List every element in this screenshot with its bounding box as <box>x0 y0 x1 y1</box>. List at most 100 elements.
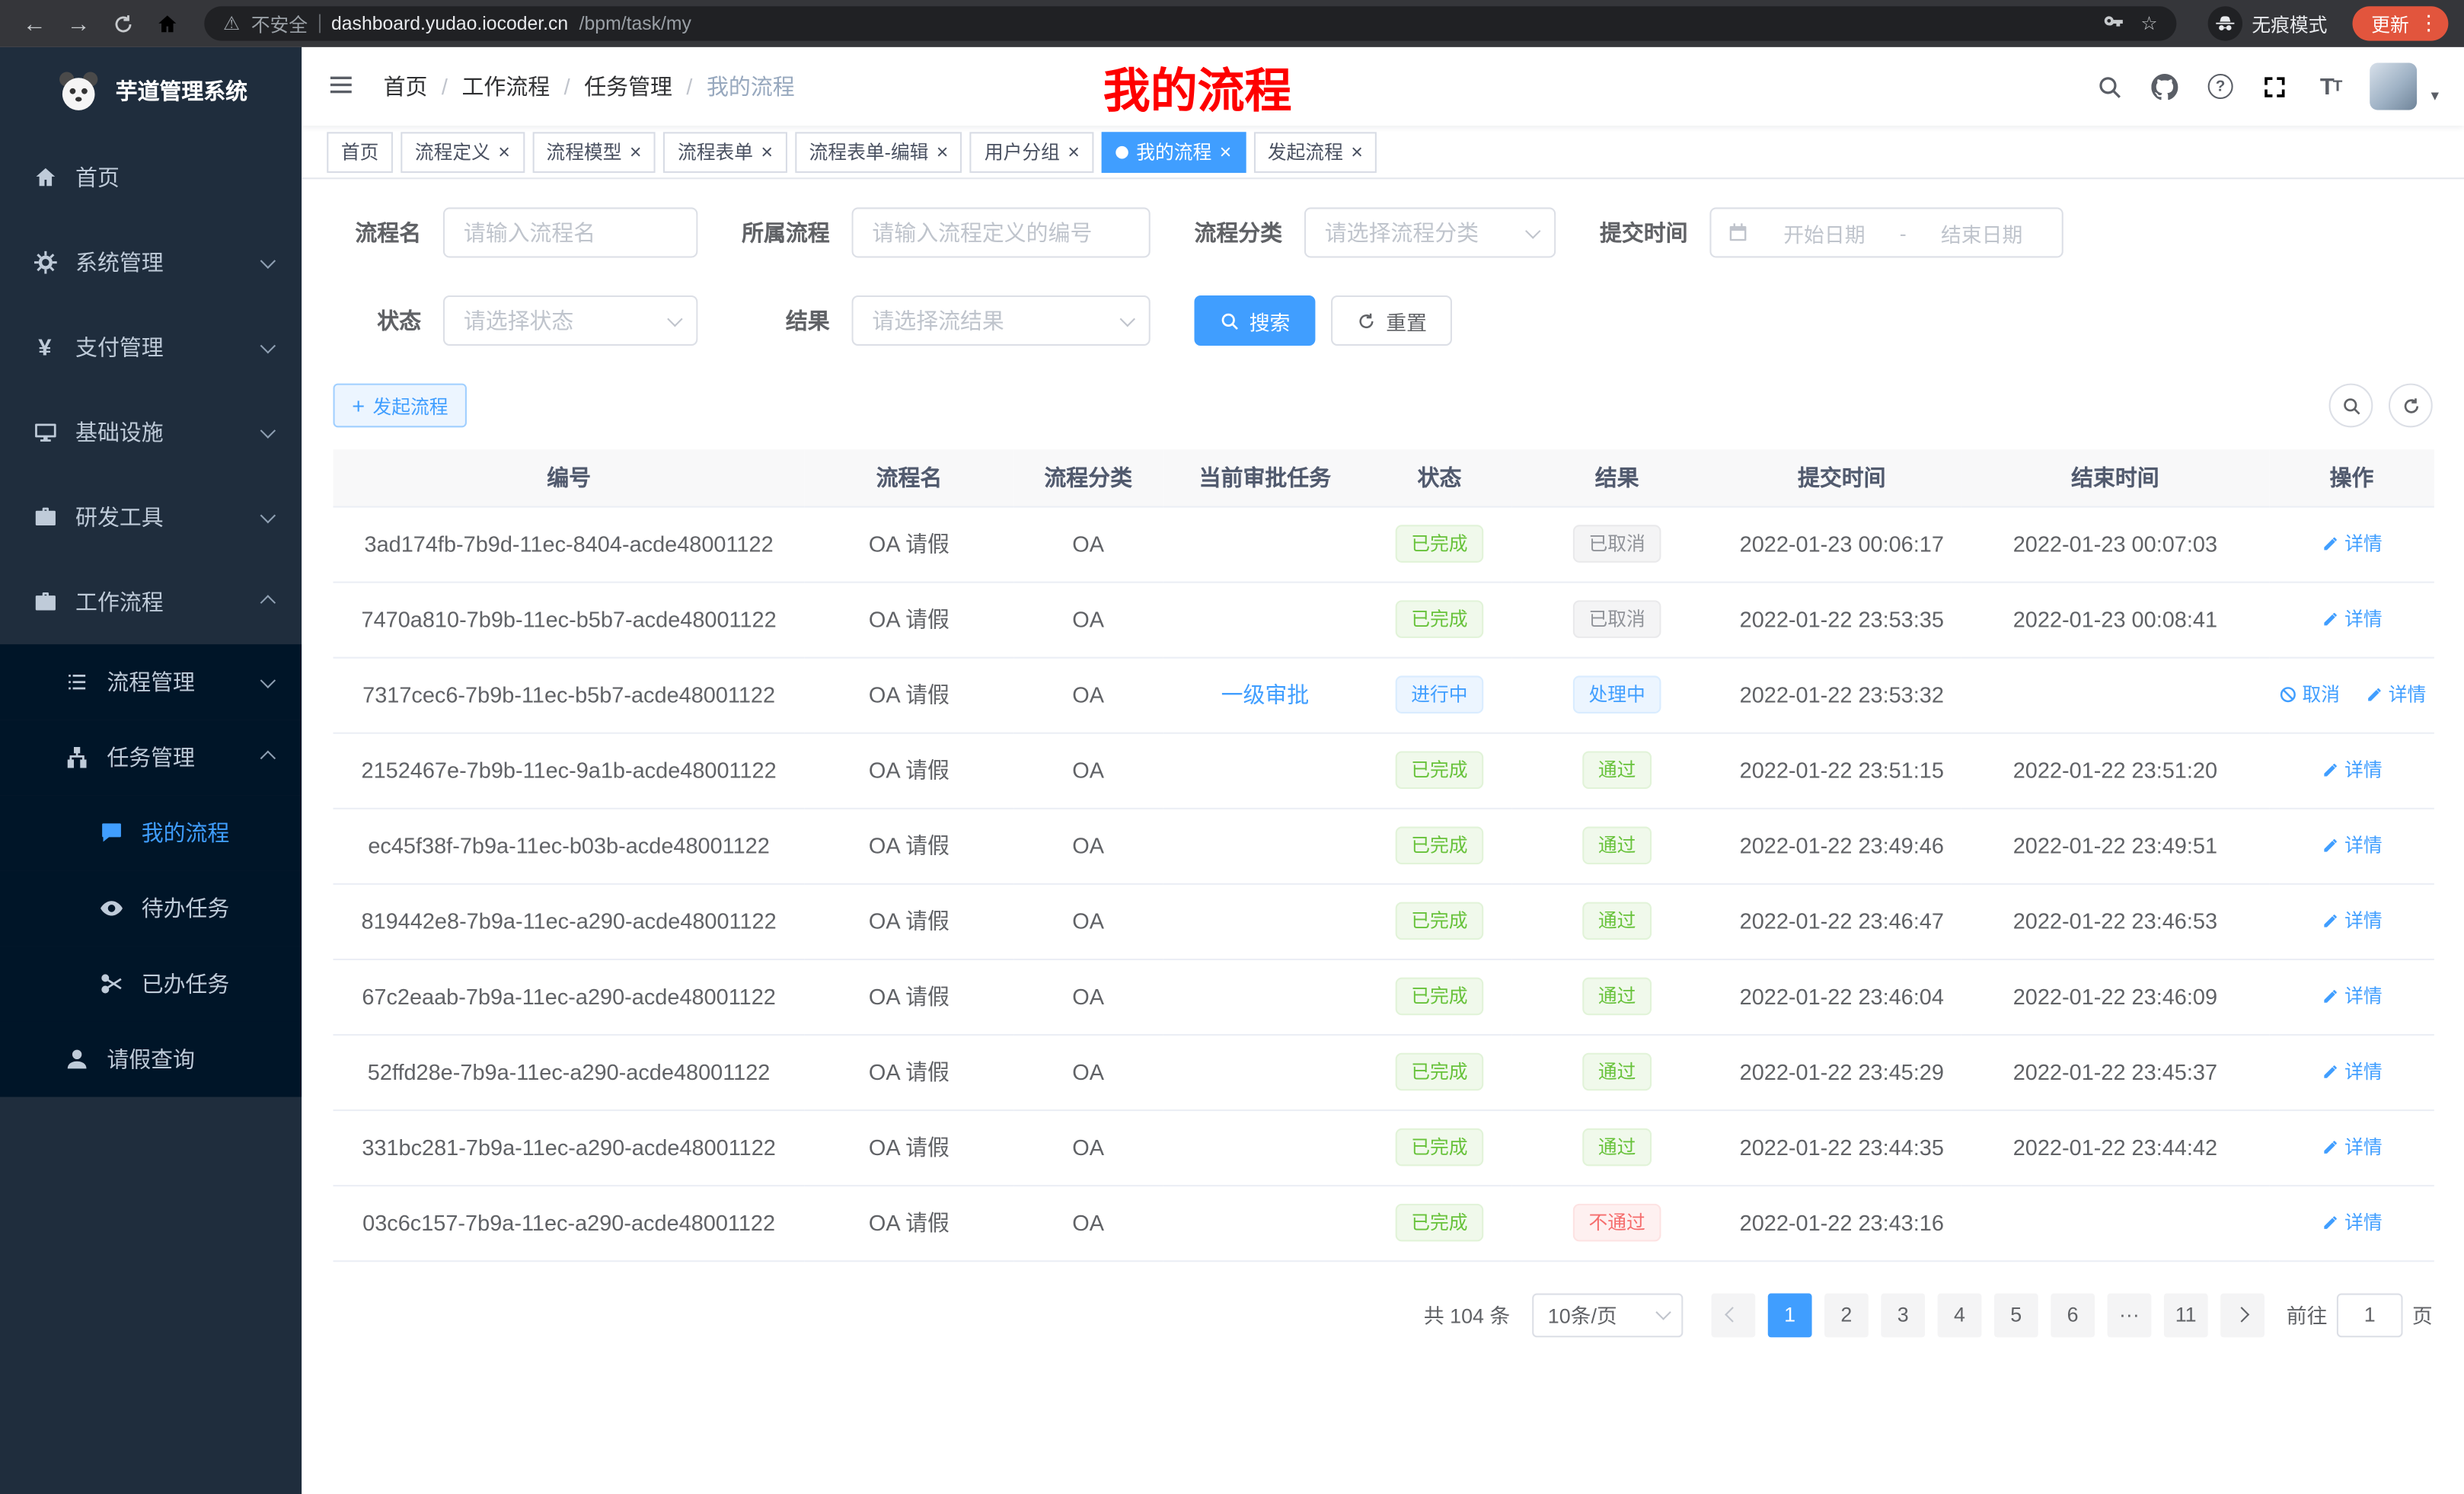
detail-action[interactable]: 详情 <box>2321 907 2383 934</box>
page-button-11[interactable]: 11 <box>2164 1292 2208 1336</box>
sidebar-item-task-management[interactable]: 任务管理 <box>0 720 302 795</box>
result-select[interactable] <box>854 297 1149 344</box>
breadcrumb-item[interactable]: 首页 <box>384 71 428 102</box>
sidebar-item-todo-tasks[interactable]: 待办任务 <box>0 870 302 946</box>
chevron-down-icon <box>1655 1304 1671 1320</box>
page-ellipsis-button[interactable]: ··· <box>2107 1292 2151 1336</box>
breadcrumb-item[interactable]: 工作流程 <box>462 71 551 102</box>
close-icon[interactable]: × <box>1068 142 1080 162</box>
close-icon[interactable]: × <box>1220 142 1232 162</box>
cell-status: 已完成 <box>1368 883 1512 959</box>
goto-page-input[interactable] <box>2337 1292 2403 1336</box>
detail-action[interactable]: 详情 <box>2321 605 2383 632</box>
chevron-down-icon <box>260 422 276 437</box>
sidebar-item-workflow[interactable]: 工作流程 <box>0 560 302 644</box>
status-select[interactable] <box>445 297 696 344</box>
detail-action[interactable]: 详情 <box>2321 530 2383 557</box>
browser-menu-icon[interactable]: ⋮ <box>2418 11 2439 36</box>
help-button[interactable]: ? <box>2204 71 2236 102</box>
page-button-1[interactable]: 1 <box>1768 1292 1812 1336</box>
close-icon[interactable]: × <box>937 142 949 162</box>
browser-reload-button[interactable] <box>104 5 142 43</box>
table-row: 7470a810-7b9b-11ec-b5b7-acde48001122 OA … <box>334 582 2434 657</box>
sidebar-item-my-processes[interactable]: 我的流程 <box>0 795 302 870</box>
category-select[interactable] <box>1306 209 1554 256</box>
close-icon[interactable]: × <box>630 142 642 162</box>
process-name-input[interactable] <box>445 209 696 256</box>
fullscreen-button[interactable] <box>2260 71 2291 102</box>
next-page-button[interactable] <box>2220 1292 2265 1336</box>
tab-process-definition[interactable]: 流程定义× <box>401 131 524 172</box>
cell-task <box>1163 582 1367 657</box>
cell-submit-time: 2022-01-22 23:46:47 <box>1722 883 1961 959</box>
page-button-6[interactable]: 6 <box>2051 1292 2095 1336</box>
close-icon[interactable]: × <box>498 142 510 162</box>
process-table: 编号 流程名 流程分类 当前审批任务 状态 结果 提交时间 结束时间 操作 3a… <box>334 449 2434 1261</box>
page-button-5[interactable]: 5 <box>1994 1292 2038 1336</box>
tab-process-model[interactable]: 流程模型× <box>532 131 656 172</box>
search-toggle-button[interactable] <box>2329 384 2373 428</box>
close-icon[interactable]: × <box>1351 142 1363 162</box>
sidebar-item-devtools[interactable]: 研发工具 <box>0 474 302 559</box>
github-button[interactable] <box>2150 71 2181 102</box>
prev-page-button[interactable] <box>1711 1292 1755 1336</box>
detail-action[interactable]: 详情 <box>2321 1209 2383 1236</box>
status-tag: 已完成 <box>1396 1128 1484 1167</box>
page-button-2[interactable]: 2 <box>1824 1292 1869 1336</box>
sidebar-toggle-button[interactable] <box>327 71 358 102</box>
filter-status: 状态 <box>334 295 698 346</box>
detail-action[interactable]: 详情 <box>2365 681 2427 707</box>
page-button-4[interactable]: 4 <box>1938 1292 1982 1336</box>
app-title: 芋道管理系统 <box>116 75 247 107</box>
sidebar-item-home[interactable]: 首页 <box>0 135 302 219</box>
close-icon[interactable]: × <box>761 142 773 162</box>
tab-my-processes[interactable]: 我的流程× <box>1102 131 1246 172</box>
tab-home[interactable]: 首页 <box>327 131 393 172</box>
browser-forward-button[interactable]: → <box>59 5 97 43</box>
sidebar-item-leave-query[interactable]: 请假查询 <box>0 1021 302 1097</box>
breadcrumb-item[interactable]: 任务管理 <box>584 71 672 102</box>
search-button[interactable]: 搜索 <box>1194 295 1315 346</box>
create-process-button[interactable]: + 发起流程 <box>334 384 468 428</box>
sidebar-item-done-tasks[interactable]: 已办任务 <box>0 946 302 1021</box>
browser-update-button[interactable]: 更新 ⋮ <box>2352 6 2448 40</box>
header-search-button[interactable] <box>2095 71 2126 102</box>
font-size-button[interactable]: TT <box>2315 71 2346 102</box>
page-size-select[interactable]: 10条/页 <box>1532 1292 1683 1336</box>
chevron-right-icon <box>2235 1307 2250 1322</box>
tab-process-form[interactable]: 流程表单× <box>663 131 787 172</box>
detail-action[interactable]: 详情 <box>2321 756 2383 783</box>
date-range-picker[interactable]: 开始日期 - 结束日期 <box>1709 207 2063 257</box>
process-definition-input[interactable] <box>854 209 1149 256</box>
tab-start-process[interactable]: 发起流程× <box>1253 131 1377 172</box>
detail-action[interactable]: 详情 <box>2321 982 2383 1009</box>
tab-user-group[interactable]: 用户分组× <box>970 131 1093 172</box>
avatar[interactable] <box>2370 63 2417 110</box>
refresh-table-button[interactable] <box>2389 384 2433 428</box>
column-header-end-time: 结束时间 <box>1961 449 2270 506</box>
sidebar-item-process-management[interactable]: 流程管理 <box>0 644 302 720</box>
sidebar-item-payment[interactable]: ¥ 支付管理 <box>0 305 302 389</box>
task-link[interactable]: 一级审批 <box>1221 682 1310 707</box>
sidebar-item-system[interactable]: 系统管理 <box>0 220 302 305</box>
key-icon[interactable] <box>2103 13 2125 35</box>
bookmark-star-icon[interactable]: ☆ <box>2140 13 2157 35</box>
result-tag: 通过 <box>1582 902 1652 940</box>
detail-action-label: 详情 <box>2344 756 2383 783</box>
address-bar[interactable]: ⚠ 不安全 dashboard.yudao.iocoder.cn/bpm/tas… <box>204 6 2176 40</box>
cell-end-time: 2022-01-22 23:46:09 <box>1961 959 2270 1034</box>
browser-back-button[interactable]: ← <box>16 5 54 43</box>
detail-action[interactable]: 详情 <box>2321 1058 2383 1084</box>
browser-home-button[interactable] <box>148 5 186 43</box>
tab-process-form-edit[interactable]: 流程表单-编辑× <box>795 131 962 172</box>
table-row: 67c2eaab-7b9a-11ec-a290-acde48001122 OA … <box>334 959 2434 1034</box>
app-logo[interactable]: 芋道管理系统 <box>0 47 302 136</box>
reset-button[interactable]: 重置 <box>1331 295 1452 346</box>
table-row: 52ffd28e-7b9a-11ec-a290-acde48001122 OA … <box>334 1034 2434 1109</box>
sidebar-item-infra[interactable]: 基础设施 <box>0 390 302 474</box>
cell-result: 通过 <box>1511 1034 1722 1109</box>
detail-action[interactable]: 详情 <box>2321 1134 2383 1160</box>
cancel-action[interactable]: 取消 <box>2279 681 2341 707</box>
detail-action[interactable]: 详情 <box>2321 832 2383 858</box>
page-button-3[interactable]: 3 <box>1881 1292 1925 1336</box>
